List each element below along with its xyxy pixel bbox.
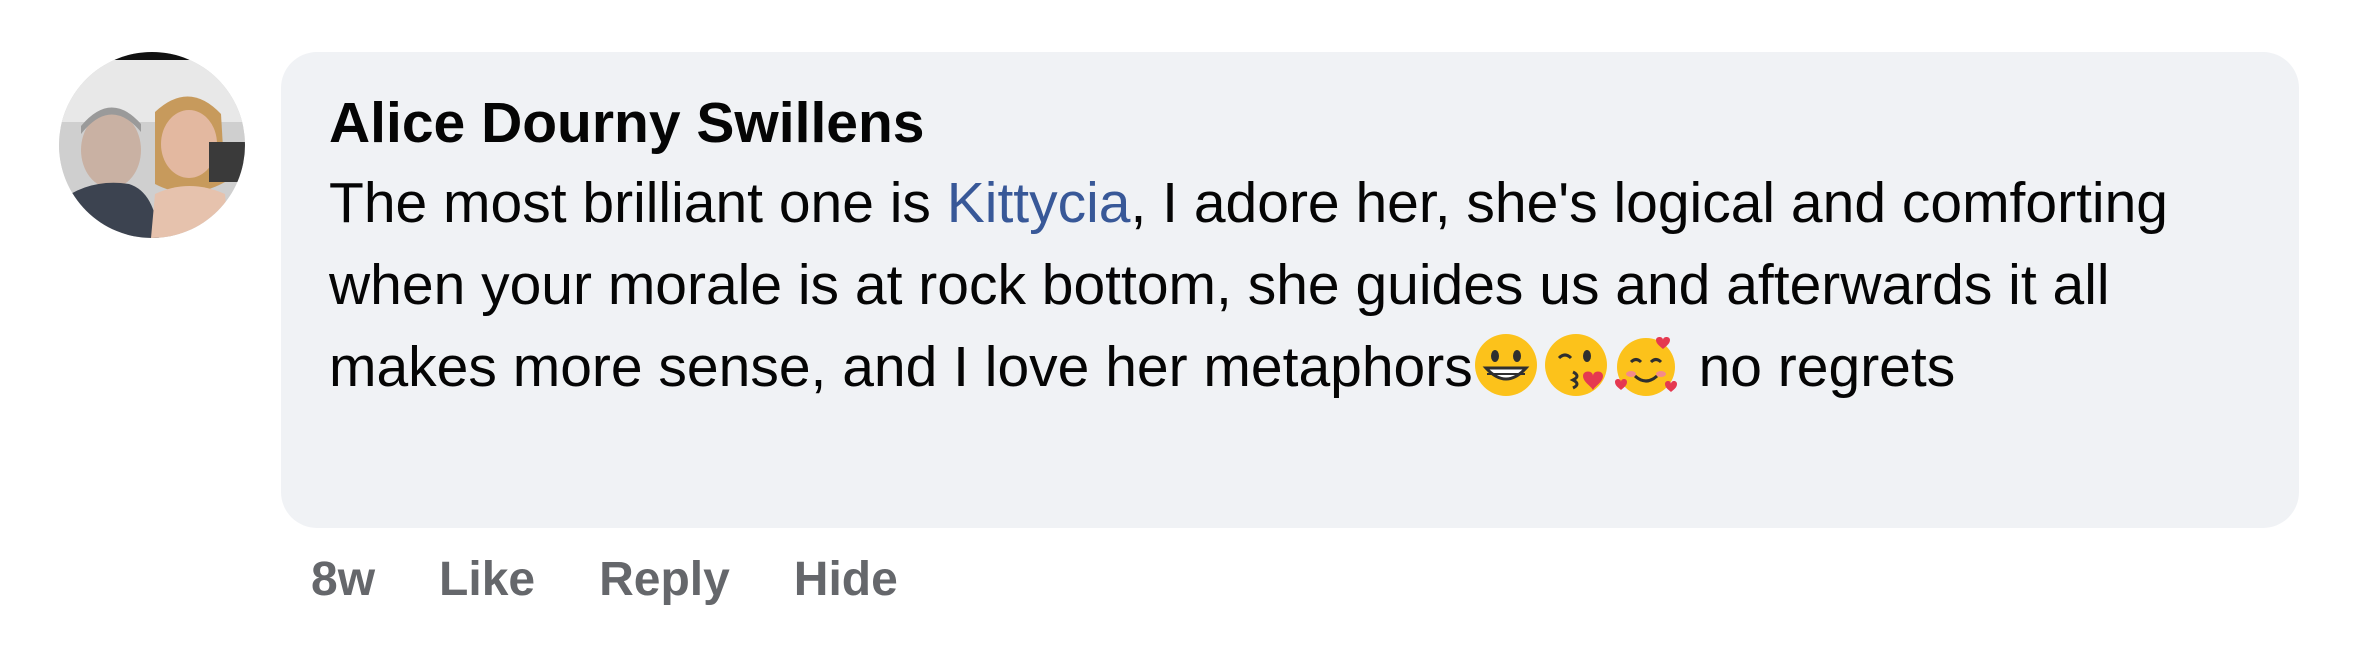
comment-actions: 8w Like Reply Hide — [311, 548, 898, 612]
mention-link[interactable]: Kittycia — [947, 171, 1131, 235]
comment-text-end: no regrets — [1682, 335, 1956, 399]
hide-button[interactable]: Hide — [794, 548, 898, 612]
face-blowing-kiss-emoji — [1543, 332, 1609, 398]
comment-author[interactable]: Alice Dourny Swillens — [329, 88, 2251, 158]
reply-button[interactable]: Reply — [599, 548, 730, 612]
comment-text: The most brilliant one is Kittycia, I ad… — [329, 162, 2289, 408]
comment-text-start: The most brilliant one is — [329, 171, 947, 235]
like-button[interactable]: Like — [439, 548, 535, 612]
grinning-face-emoji — [1473, 332, 1539, 398]
comment-bubble: Alice Dourny Swillens The most brilliant… — [281, 52, 2299, 528]
avatar-photo — [59, 52, 245, 238]
smiling-face-with-hearts-emoji — [1613, 332, 1679, 398]
avatar[interactable] — [59, 52, 245, 238]
comment-timestamp[interactable]: 8w — [311, 548, 375, 612]
comment: Alice Dourny Swillens The most brilliant… — [0, 0, 2360, 652]
